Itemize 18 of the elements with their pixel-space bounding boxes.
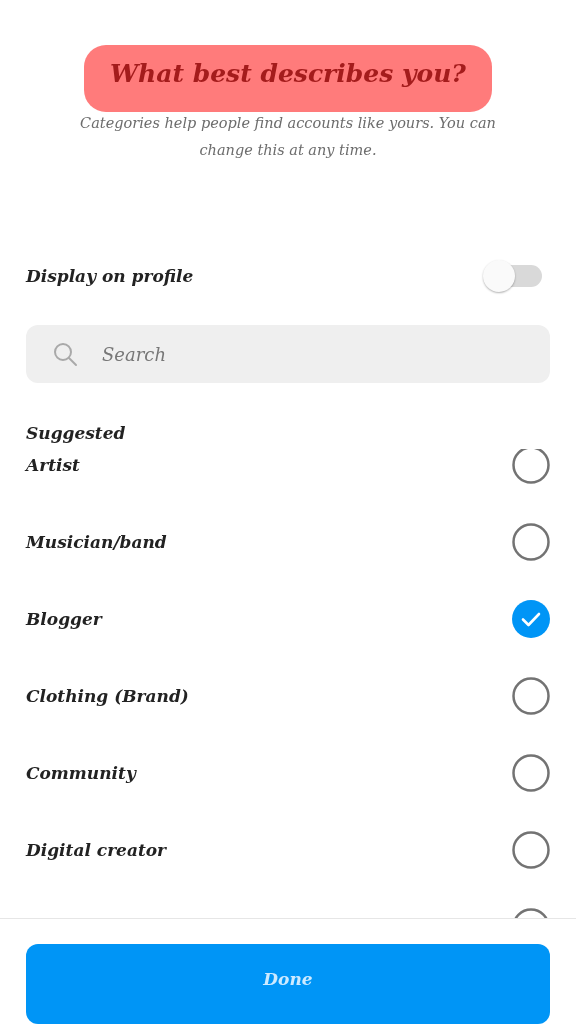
radio-icon[interactable]	[512, 830, 550, 869]
category-option[interactable]: Clothing (Brand)	[0, 657, 576, 734]
category-option[interactable]: Community	[0, 734, 576, 811]
display-on-profile-label: Display on profile	[26, 266, 194, 286]
radio-icon[interactable]	[512, 449, 550, 484]
category-option[interactable]: Digital creator	[0, 811, 576, 888]
title-highlight: What best describes you?	[84, 45, 492, 112]
toggle-switch[interactable]	[482, 259, 544, 293]
checked-radio-icon[interactable]	[512, 599, 550, 638]
section-heading: Suggested	[26, 423, 127, 443]
search-field[interactable]: Search	[26, 325, 550, 383]
radio-icon[interactable]	[512, 676, 550, 715]
category-option[interactable]: Musician/band	[0, 503, 576, 580]
radio-icon[interactable]	[512, 753, 550, 792]
subtitle-text: Categories help people find accounts like yours. You can change this at any time.	[79, 114, 497, 160]
category-option[interactable]: Artist	[0, 449, 576, 503]
radio-icon[interactable]	[512, 522, 550, 561]
category-option[interactable]: Blogger	[0, 580, 576, 657]
